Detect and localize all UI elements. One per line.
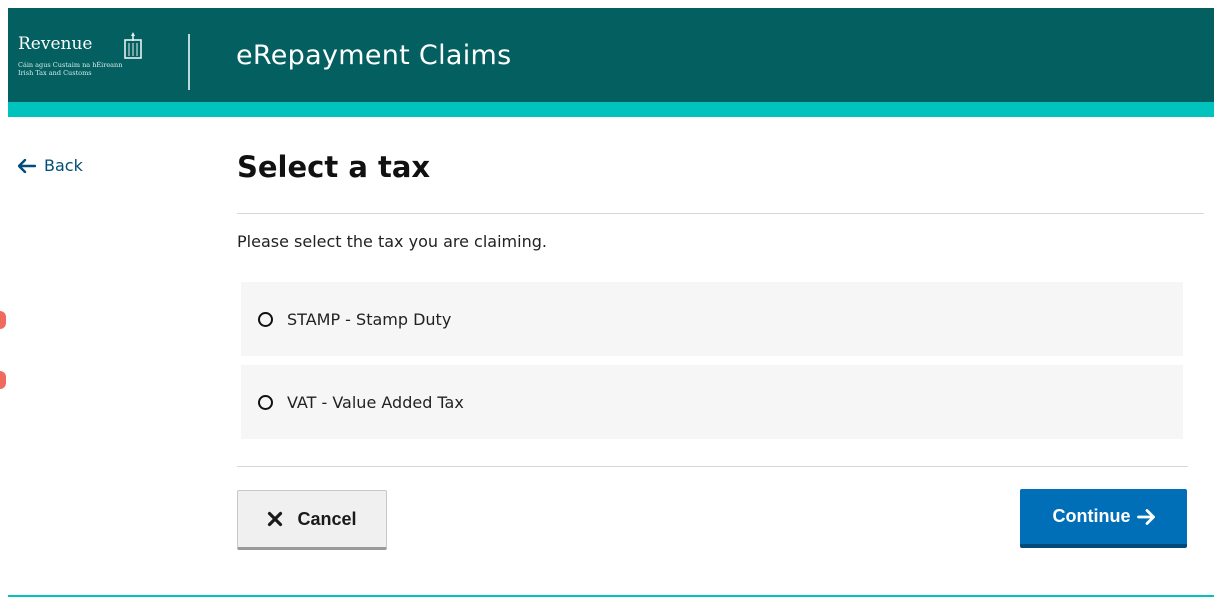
cancel-label: Cancel: [297, 508, 357, 529]
continue-label: Continue: [1052, 506, 1131, 526]
logo-wordmark: Revenue: [18, 34, 93, 54]
header-accent-bar: [8, 102, 1214, 117]
app-title: eRepayment Claims: [236, 40, 512, 71]
continue-button[interactable]: Continue: [1020, 489, 1187, 548]
back-label: Back: [44, 156, 83, 175]
tax-option-stamp[interactable]: STAMP - Stamp Duty: [241, 282, 1183, 356]
arrow-left-icon: [18, 158, 36, 173]
close-icon: [268, 511, 283, 527]
side-decoration: [0, 371, 6, 389]
header-divider: [188, 34, 190, 90]
arrow-right-icon: [1136, 508, 1155, 525]
site-header: Revenue Cáin agus Custaim na hÉireann Ir…: [8, 8, 1214, 102]
page-title: Select a tax: [237, 150, 431, 184]
radio-stamp[interactable]: [258, 311, 273, 327]
revenue-logo[interactable]: Revenue Cáin agus Custaim na hÉireann Ir…: [18, 30, 168, 90]
tax-option-label: STAMP - Stamp Duty: [287, 309, 452, 329]
back-link[interactable]: Back: [18, 156, 83, 175]
radio-vat[interactable]: [258, 394, 273, 410]
tax-option-vat[interactable]: VAT - Value Added Tax: [241, 365, 1183, 439]
logo-english-subtitle: Irish Tax and Customs: [18, 69, 92, 77]
instruction-text: Please select the tax you are claiming.: [237, 232, 547, 251]
harp-icon: [124, 32, 142, 59]
logo-irish-subtitle: Cáin agus Custaim na hÉireann: [18, 61, 123, 69]
title-divider: [237, 213, 1204, 214]
top-strip: [0, 0, 1214, 8]
tax-option-label: VAT - Value Added Tax: [287, 392, 464, 412]
actions-divider: [237, 466, 1188, 467]
cancel-button[interactable]: Cancel: [237, 490, 387, 550]
side-decoration: [0, 311, 6, 329]
